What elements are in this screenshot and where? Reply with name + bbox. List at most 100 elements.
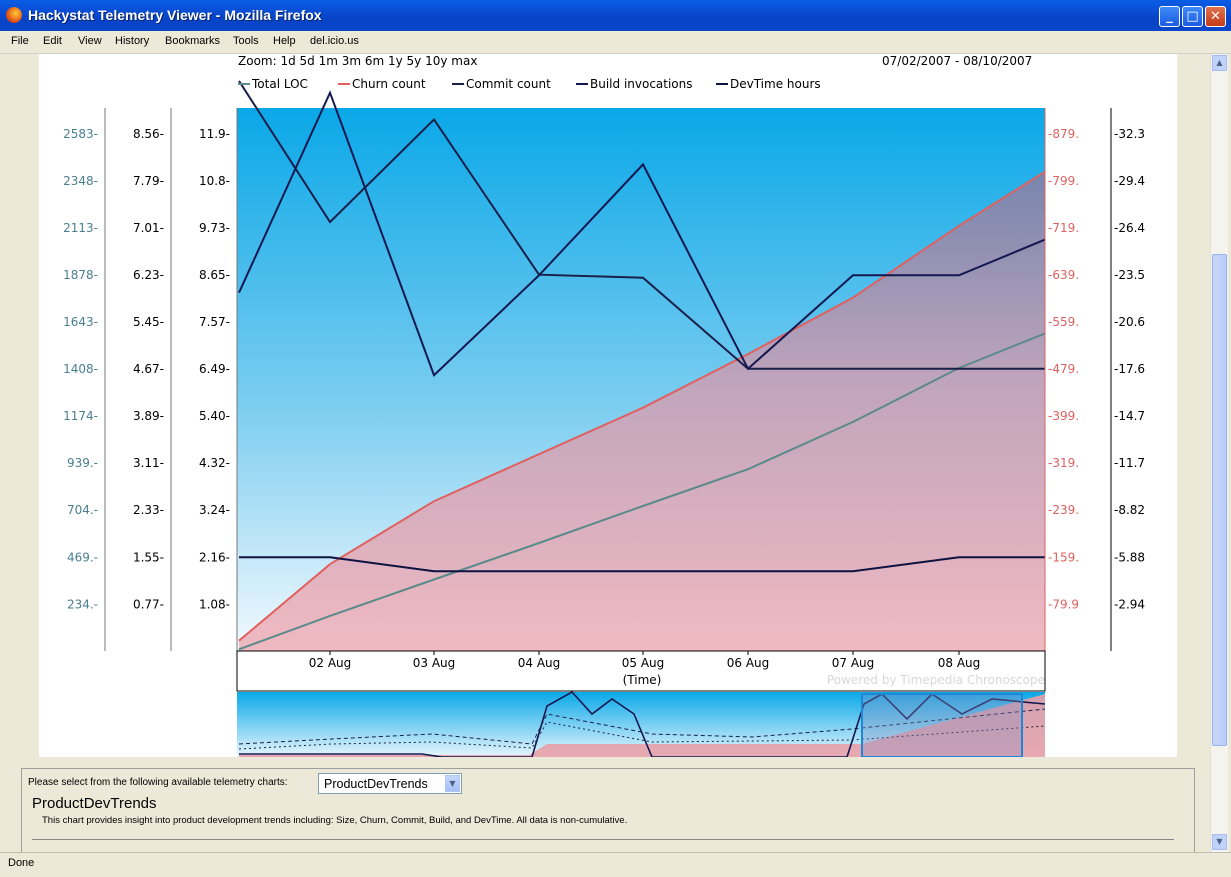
axis-tick-churn: -639. [1048, 268, 1079, 282]
axis-tick-devtime: -11.7 [1114, 456, 1145, 470]
menu-view[interactable]: View [78, 35, 102, 47]
axis-tick-commit: 7.01- [133, 221, 164, 235]
legend-label: Build invocations [590, 77, 693, 91]
axis-tick-churn: -399. [1048, 409, 1079, 423]
menu-delicious[interactable]: del.icio.us [310, 35, 359, 47]
maximize-button[interactable]: □ [1182, 6, 1203, 27]
axis-tick-build: 3.24- [199, 503, 230, 517]
axis-tick-loc: 1643- [63, 315, 98, 329]
legend-label: Commit count [466, 77, 551, 91]
axis-tick-devtime: -2.94 [1114, 597, 1145, 611]
selector-prompt: Please select from the following availab… [28, 777, 288, 788]
chart-description: This chart provides insight into product… [42, 815, 628, 826]
menu-history[interactable]: History [115, 35, 149, 47]
axis-tick-commit: 5.45- [133, 315, 164, 329]
scroll-down-icon[interactable]: ▼ [1212, 834, 1227, 850]
chart-select[interactable]: ProductDevTrends ▼ [318, 773, 462, 794]
axis-tick-loc: 2583- [63, 127, 98, 141]
axis-tick-churn: -879. [1048, 127, 1079, 141]
legend-label: DevTime hours [730, 77, 821, 91]
axis-tick-churn: -559. [1048, 315, 1079, 329]
axis-tick-devtime: -8.82 [1114, 503, 1145, 517]
axis-tick-churn: -799. [1048, 174, 1079, 188]
minimize-button[interactable]: _ [1159, 6, 1180, 27]
axis-tick-devtime: -5.88 [1114, 550, 1145, 564]
axis-tick-commit: 3.89- [133, 409, 164, 423]
axis-tick-commit: 8.56- [133, 127, 164, 141]
axis-tick-build: 10.8- [199, 174, 230, 188]
axis-tick-build: 6.49- [199, 362, 230, 376]
axis-tick-build: 8.65- [199, 268, 230, 282]
chevron-down-icon[interactable]: ▼ [445, 775, 460, 792]
axis-tick-commit: 1.55- [133, 550, 164, 564]
axis-tick-build: 1.08- [199, 597, 230, 611]
watermark: Powered by Timepedia Chronoscope [827, 673, 1045, 687]
axis-tick-loc: 234.- [67, 597, 98, 611]
axis-tick-commit: 2.33- [133, 503, 164, 517]
x-tick-label: 07 Aug [832, 656, 875, 670]
axis-tick-loc: 2113- [63, 221, 98, 235]
axis-tick-loc: 939.- [67, 456, 98, 470]
menu-help[interactable]: Help [273, 35, 296, 47]
axis-tick-commit: 3.11- [133, 456, 164, 470]
menu-bar: File Edit View History Bookmarks Tools H… [0, 31, 1231, 81]
overview-selection-window[interactable] [861, 693, 1023, 757]
page-content: Zoom: 1d 5d 1m 3m 6m 1y 5y 10y max 07/02… [2, 54, 1210, 852]
chart-title: ProductDevTrends [32, 795, 157, 812]
axis-tick-commit: 4.67- [133, 362, 164, 376]
axis-tick-churn: -719. [1048, 221, 1079, 235]
telemetry-chart[interactable]: 2583- 2348- 2113- 1878- 1643- 1408- 1174- 939.-… [2, 54, 1210, 757]
menu-bookmarks[interactable]: Bookmarks [165, 35, 220, 47]
axis-tick-devtime: -14.7 [1114, 409, 1145, 423]
axis-tick-churn: -319. [1048, 456, 1079, 470]
axis-tick-loc: 469.- [67, 550, 98, 564]
legend-label: Total LOC [251, 77, 308, 91]
axis-tick-commit: 7.79- [133, 174, 164, 188]
axis-tick-churn: -239. [1048, 503, 1079, 517]
scrollbar-thumb[interactable] [1212, 254, 1227, 746]
axis-tick-build: 7.57- [199, 315, 230, 329]
menu-file[interactable]: File [11, 35, 29, 47]
axis-tick-loc: 704.- [67, 503, 98, 517]
close-button[interactable]: ✕ [1205, 6, 1226, 27]
status-text: Done [8, 857, 35, 869]
axis-tick-build: 4.32- [199, 456, 230, 470]
x-tick-label: 06 Aug [727, 656, 770, 670]
axis-tick-commit: 6.23- [133, 268, 164, 282]
menu-edit[interactable]: Edit [43, 35, 62, 47]
x-tick-label: 08 Aug [938, 656, 981, 670]
chart-select-value: ProductDevTrends [324, 777, 428, 791]
menu-tools[interactable]: Tools [233, 35, 259, 47]
axis-tick-build: 11.9- [199, 127, 230, 141]
axis-tick-build: 2.16- [199, 550, 230, 564]
scroll-up-icon[interactable]: ▲ [1212, 55, 1227, 71]
axis-tick-loc: 1878- [63, 268, 98, 282]
vertical-scrollbar[interactable]: ▲ ▼ [1210, 54, 1228, 852]
x-tick-label: 03 Aug [413, 656, 456, 670]
window-title: Hackystat Telemetry Viewer - Mozilla Fir… [28, 7, 322, 23]
axis-tick-loc: 1408- [63, 362, 98, 376]
axis-tick-devtime: -26.4 [1114, 221, 1145, 235]
axis-tick-loc: 2348- [63, 174, 98, 188]
window-titlebar: Hackystat Telemetry Viewer - Mozilla Fir… [0, 0, 1231, 31]
axis-tick-devtime: -32.3 [1114, 127, 1145, 141]
axis-tick-build: 9.73- [199, 221, 230, 235]
chart-selector-panel: Please select from the following availab… [21, 768, 1195, 852]
axis-tick-churn: -159. [1048, 550, 1079, 564]
axis-tick-devtime: -23.5 [1114, 268, 1145, 282]
status-bar: Done [0, 852, 1231, 877]
divider [32, 839, 1174, 840]
x-tick-label: 04 Aug [518, 656, 561, 670]
firefox-logo-icon [6, 7, 22, 23]
axis-tick-devtime: -17.6 [1114, 362, 1145, 376]
axis-tick-loc: 1174- [63, 409, 98, 423]
axis-tick-devtime: -20.6 [1114, 315, 1145, 329]
axis-tick-churn: -479. [1048, 362, 1079, 376]
axis-tick-devtime: -29.4 [1114, 174, 1145, 188]
axis-tick-commit: 0.77- [133, 597, 164, 611]
x-axis-label: (Time) [623, 673, 662, 687]
legend-label: Churn count [352, 77, 426, 91]
x-tick-label: 02 Aug [309, 656, 352, 670]
axis-tick-build: 5.40- [199, 409, 230, 423]
axis-tick-churn: -79.9 [1048, 597, 1079, 611]
